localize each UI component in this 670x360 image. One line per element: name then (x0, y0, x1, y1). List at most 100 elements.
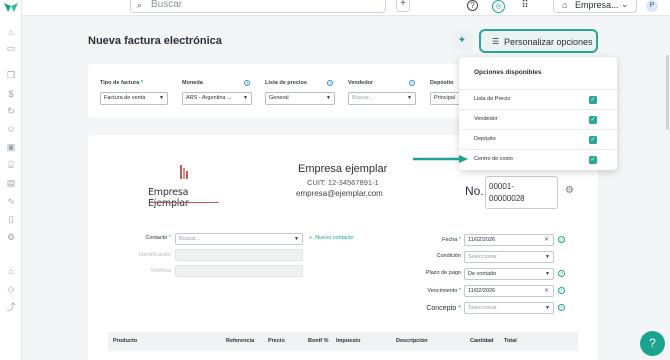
option-lista-precio[interactable]: Lista de Precio ✓ (459, 89, 617, 109)
gear-icon[interactable]: ⚙ (565, 185, 574, 196)
contacto-label: Contacto * (145, 235, 171, 241)
invoice-number-prefix: 00001- (489, 182, 514, 191)
option-vendedor[interactable]: Vendedor ✓ (459, 109, 617, 129)
tag-icon[interactable]: ◇ (6, 284, 16, 294)
contacto-select[interactable]: Buscar... ▼ (175, 233, 303, 245)
checkbox-checked-icon[interactable]: ✓ (589, 116, 597, 124)
help-icon: ? (649, 336, 656, 350)
tipo-factura-label: Tipo de factura * (100, 80, 143, 86)
users-icon[interactable]: ☺ (6, 124, 16, 134)
help-icon[interactable]: ? (409, 80, 415, 86)
help-fab-button[interactable]: ? (640, 331, 665, 356)
company-selector-label: Empresa... (575, 0, 619, 10)
column-header: Cantidad (470, 338, 494, 344)
column-header: Referencia (226, 338, 255, 344)
store-icon[interactable]: ⌂ (6, 266, 16, 276)
global-search[interactable]: ⌕ Buscar (130, 0, 386, 13)
sidebar: ⌂ ▭ ❐ $ ↻ ☺ ▣ ⌸ ▤ ∿ ▯ ⚙ ⌂ ◇ ⤴ (0, 0, 22, 360)
money-icon[interactable]: $ (6, 89, 16, 99)
vendedor-select[interactable]: Buscar... ▼ (348, 92, 416, 105)
box-icon[interactable]: ▣ (6, 142, 16, 152)
telefono-label: Teléfono (150, 268, 171, 274)
lista-precios-label: Lista de precios (265, 80, 307, 86)
option-label: Depósito (474, 136, 496, 142)
caret-down-icon: ▼ (407, 95, 412, 101)
identificacion-field (175, 249, 303, 261)
company-selector[interactable]: ⌂ Empresa... ⌄ (553, 0, 637, 13)
search-input[interactable]: Buscar (151, 0, 182, 10)
help-icon[interactable]: ? (558, 287, 565, 294)
plazo-pago-label: Plazo de pago (425, 270, 461, 276)
invoice-number-field[interactable]: 00001- 00000028 (485, 176, 558, 209)
customize-options-button[interactable]: ☰ Personalizar opciones (479, 29, 598, 53)
clear-icon[interactable]: ✕ (544, 286, 549, 296)
concepto-select[interactable]: Seleccionar ▼ (464, 302, 554, 314)
caret-down-icon: ▼ (545, 305, 550, 311)
chart-icon[interactable]: ⤴ (6, 302, 16, 312)
sliders-icon: ☰ (492, 37, 500, 46)
top-bar: ⌕ Buscar + ? ◎ ⠿ ⌂ Empresa... ⌄ P (0, 0, 670, 16)
fecha-field[interactable]: 11/02/2026 ✕ (464, 234, 554, 246)
trend-icon[interactable]: ∿ (6, 196, 16, 206)
new-contact-link[interactable]: + Nuevo contacto (309, 235, 354, 241)
avatar[interactable]: P (646, 0, 658, 12)
checkbox-checked-icon[interactable]: ✓ (589, 96, 597, 104)
moneda-select[interactable]: ARS - Argentina ... ▼ (182, 92, 252, 105)
settings-icon[interactable]: ⚙ (6, 232, 16, 242)
company-name: Empresa ejemplar (298, 163, 388, 175)
dropdown-title: Opciones disponibles (474, 69, 542, 76)
deposito-label: Depósito (430, 80, 454, 86)
help-icon[interactable]: ? (327, 80, 333, 86)
concepto-label: Concepto * (426, 305, 461, 312)
tipo-factura-select[interactable]: Factura de venta ▼ (100, 92, 168, 105)
clipboard-icon[interactable]: ▯ (6, 214, 16, 224)
telefono-field (175, 265, 303, 277)
option-label: Centro de costo (474, 156, 513, 162)
documents-icon[interactable]: ❐ (6, 70, 16, 80)
receipt-icon[interactable]: ▤ (6, 178, 16, 188)
plazo-pago-select[interactable]: De contado ▼ (464, 268, 554, 280)
help-icon[interactable]: ? (558, 270, 565, 277)
help-icon[interactable]: ? (558, 304, 565, 311)
page-title: Nueva factura electrónica (88, 35, 222, 47)
option-deposito[interactable]: Depósito ✓ (459, 129, 617, 149)
option-centro-costo[interactable]: Centro de costo ✓ (459, 149, 617, 169)
customize-options-label: Personalizar opciones (504, 37, 593, 47)
brand-logo[interactable] (3, 1, 19, 14)
clear-icon[interactable]: ✕ (544, 235, 549, 245)
chat-icon[interactable]: ◎ (492, 0, 505, 13)
condicion-select[interactable]: Seleccionar ▼ (464, 251, 554, 263)
company-logo-text: Empresa Ejemplar (148, 187, 189, 209)
logo-underline (151, 202, 219, 203)
vencimiento-field[interactable]: 11/02/2026 ✕ (464, 285, 554, 297)
home-icon[interactable]: ⌂ (6, 27, 16, 37)
fecha-label: Fecha * (442, 237, 461, 243)
chevron-down-icon: ⌄ (621, 0, 629, 9)
building-icon: ⌂ (562, 0, 568, 10)
inbox-icon[interactable]: ▭ (6, 43, 16, 53)
invoice-number-suffix: 00000028 (489, 194, 525, 203)
sparkle-icon: ✦ (457, 35, 467, 46)
lista-precios-select[interactable]: General ▼ (265, 92, 335, 105)
checkbox-checked-icon[interactable]: ✓ (589, 136, 597, 144)
moneda-label: Moneda (182, 80, 203, 86)
help-icon[interactable]: ? (244, 80, 250, 86)
caret-down-icon: ▼ (159, 95, 164, 101)
vendedor-label: Vendedor (348, 80, 374, 86)
ai-assist-button[interactable]: ✦ (451, 31, 473, 51)
scrollbar[interactable] (666, 55, 669, 130)
vencimiento-label: Vencimiento * (427, 288, 461, 294)
caret-down-icon: ▼ (545, 254, 550, 260)
refresh-icon[interactable]: ↻ (6, 106, 16, 116)
search-icon: ⌕ (137, 0, 143, 10)
column-header: Producto (113, 338, 138, 344)
apps-grid-icon[interactable]: ⠿ (519, 0, 531, 12)
quick-add-button[interactable]: + (396, 0, 410, 12)
items-table-header: Producto Referencia Precio Bonif % Impue… (108, 332, 578, 351)
caret-down-icon: ▼ (545, 271, 550, 277)
bank-icon[interactable]: ⌸ (6, 160, 16, 170)
company-email: empresa@ejemplar.com (296, 189, 383, 198)
help-icon[interactable]: ? (558, 236, 565, 243)
checkbox-checked-icon[interactable]: ✓ (589, 156, 597, 164)
help-icon[interactable]: ? (467, 0, 478, 11)
